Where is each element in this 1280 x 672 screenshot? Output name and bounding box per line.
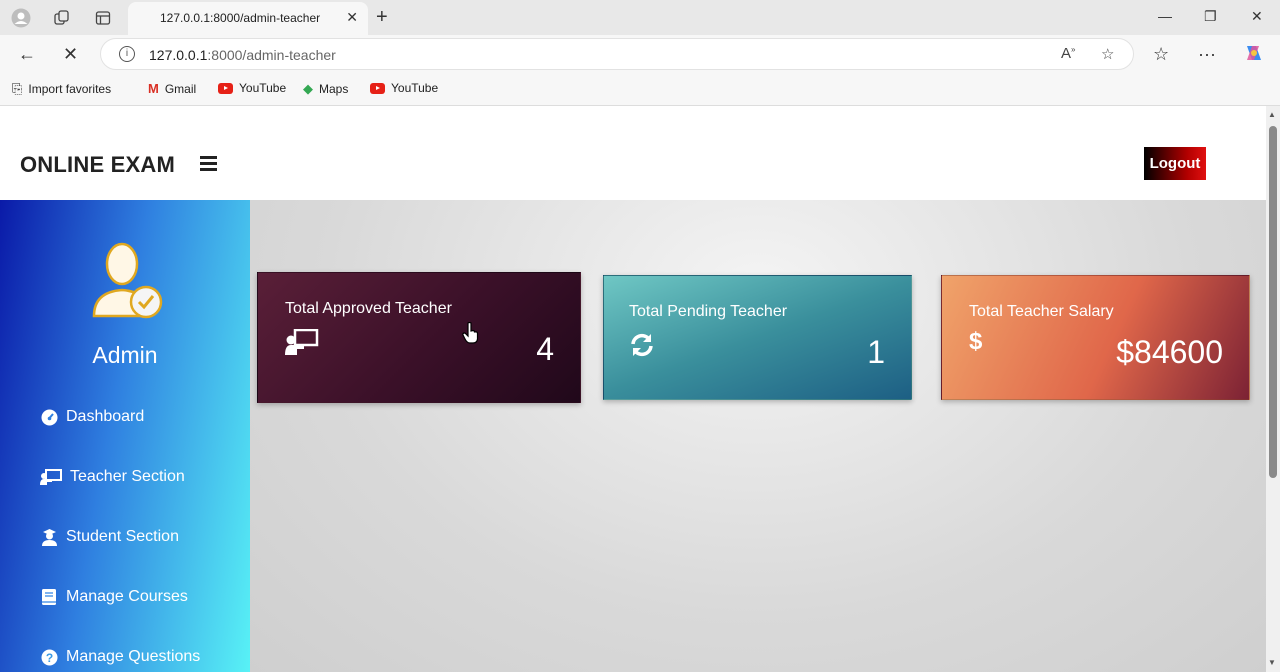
svg-text:?: ? [45,651,52,665]
tab-title: 127.0.0.1:8000/admin-teacher [160,11,321,25]
sidebar-item-label: Dashboard [66,408,145,425]
sidebar-item-label: Student Section [66,528,179,545]
sidebar-item-label: Teacher Section [70,468,185,485]
url-text: 127.0.0.1:8000/admin-teacher [149,47,336,63]
browser-tab-bar: 127.0.0.1:8000/admin-teacher ✕ + — ❐ ✕ [0,0,1280,35]
active-tab[interactable]: 127.0.0.1:8000/admin-teacher ✕ [128,2,368,35]
profile-icon[interactable] [11,8,31,28]
stop-loading-icon[interactable]: ✕ [63,44,78,65]
workspaces-icon[interactable] [52,8,72,28]
sidebar-item-label: Manage Courses [66,588,188,605]
question-circle-icon: ? [40,648,58,666]
sidebar-item-manage-questions[interactable]: ? Manage Questions [40,648,200,666]
url-path: :8000/admin-teacher [207,47,336,63]
admin-avatar-icon [82,236,168,322]
tachometer-icon [40,408,58,426]
card-title: Total Approved Teacher [285,300,452,317]
gmail-link[interactable]: M Gmail [148,81,196,96]
new-tab-icon[interactable]: + [376,6,388,29]
book-icon [40,588,58,606]
favorite-star-icon[interactable]: ☆ [1101,45,1114,63]
import-icon: ⎘ [12,81,23,96]
chalkboard-teacher-icon [285,328,319,361]
top-navbar: ONLINE EXAM Logout [0,106,1266,200]
maps-link[interactable]: ◆ Maps [303,81,348,97]
sync-icon [629,332,655,364]
site-info-icon[interactable]: i [119,46,135,62]
sidebar-item-manage-courses[interactable]: Manage Courses [40,588,188,606]
close-tab-icon[interactable]: ✕ [346,9,358,26]
gmail-icon: M [148,81,159,96]
main-content [250,200,1266,672]
url-field[interactable]: i 127.0.0.1:8000/admin-teacher A» ☆ [100,38,1134,70]
fav-label: Gmail [164,81,197,96]
youtube-icon [370,82,385,94]
brand-title[interactable]: ONLINE EXAM [20,152,175,178]
card-value: $84600 [1116,334,1223,370]
approved-teacher-card[interactable]: Total Approved Teacher 4 [257,272,581,403]
close-window-icon[interactable]: ✕ [1251,8,1263,25]
maps-icon: ◆ [303,81,313,96]
logout-button[interactable]: Logout [1144,147,1206,180]
sidebar-item-dashboard[interactable]: Dashboard [40,408,144,426]
sidebar: Admin Dashboard Teacher Section Student … [0,200,250,672]
pending-teacher-card[interactable]: Total Pending Teacher 1 [603,275,912,400]
address-bar-row: ← ✕ i 127.0.0.1:8000/admin-teacher A» ☆ … [0,35,1280,73]
card-title: Total Teacher Salary [969,303,1114,320]
chalkboard-teacher-icon [40,468,62,486]
import-favorites-link[interactable]: ⎘ Import favorites [12,81,111,97]
copilot-icon[interactable] [1243,42,1265,69]
fav-label: Import favorites [28,82,112,96]
fav-label: Maps [319,82,349,96]
teacher-salary-card[interactable]: Total Teacher Salary $ $84600 [941,275,1250,400]
scroll-up-icon[interactable]: ▲ [1268,110,1276,119]
url-host: 127.0.0.1 [149,47,208,63]
back-icon[interactable]: ← [18,44,36,65]
menu-toggle-icon[interactable] [200,156,217,171]
favorites-bar: ⎘ Import favorites M Gmail YouTube ◆ Map… [0,73,1280,106]
youtube-link[interactable]: YouTube [218,81,286,95]
card-title: Total Pending Teacher [629,303,788,320]
tab-actions-icon[interactable] [93,8,113,28]
scroll-down-icon[interactable]: ▼ [1268,658,1276,667]
favorites-icon[interactable]: ☆ [1153,44,1169,65]
minimize-icon[interactable]: — [1158,8,1172,24]
fav-label: YouTube [239,81,287,95]
card-value: 1 [867,334,885,370]
user-graduate-icon [40,528,58,546]
dollar-icon: $ [969,328,983,355]
scroll-thumb[interactable] [1269,126,1277,478]
sidebar-item-label: Manage Questions [66,648,201,665]
sidebar-item-teacher-section[interactable]: Teacher Section [40,468,185,486]
youtube-link[interactable]: YouTube [370,81,438,95]
hand-cursor-icon [462,321,480,344]
sidebar-item-student-section[interactable]: Student Section [40,528,179,546]
admin-name: Admin [92,342,158,368]
card-value: 4 [536,331,554,367]
restore-icon[interactable]: ❐ [1204,8,1217,25]
youtube-icon [218,82,233,94]
page-scrollbar[interactable]: ▲ ▼ [1266,106,1280,672]
fav-label: YouTube [391,81,439,95]
read-aloud-icon[interactable]: A» [1061,45,1075,62]
web-page: ONLINE EXAM Logout Admin Dashboard Teach… [0,106,1266,672]
more-options-icon[interactable]: ··· [1198,44,1216,65]
